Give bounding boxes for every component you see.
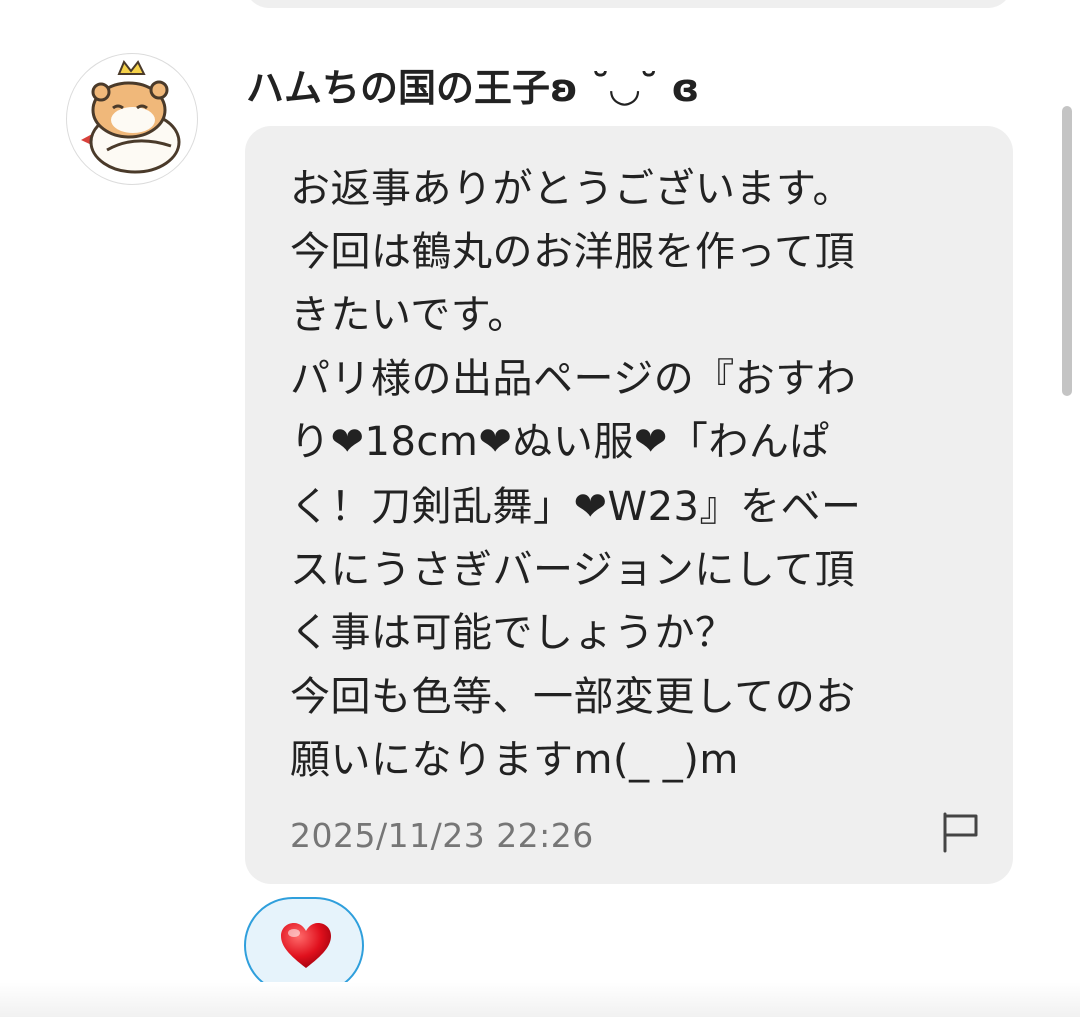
- hamster-avatar-icon: [81, 60, 181, 174]
- avatar[interactable]: [66, 53, 198, 185]
- message-thread: ハムちの国の王子ʚ ˘◡˘ ɞ お返事ありがとうございます。 今回は鶴丸のお洋服…: [0, 0, 1080, 1017]
- flag-icon: [943, 812, 978, 853]
- message-timestamp: 2025/11/23 22:26: [290, 816, 594, 855]
- sender-name[interactable]: ハムちの国の王子ʚ ˘◡˘ ɞ: [246, 58, 699, 118]
- message-line: 今回は鶴丸のお洋服を作って頂: [290, 229, 855, 275]
- previous-message-bubble: [245, 0, 1012, 8]
- message-line: スにうさぎバージョンにして頂: [290, 547, 855, 593]
- message-line: 願いになりますm(_ _)m: [290, 737, 739, 783]
- message-line: り❤18cm❤ぬい服❤「わんぱ: [290, 419, 830, 465]
- message-line: パリ様の出品ページの『おすわ: [290, 356, 857, 402]
- heart-reaction-button[interactable]: [244, 897, 364, 994]
- heart-icon: [281, 923, 331, 968]
- scrollbar[interactable]: [1062, 106, 1072, 396]
- message-bubble: お返事ありがとうございます。 今回は鶴丸のお洋服を作って頂 きたいです。 パリ様…: [245, 126, 1013, 884]
- message-line: 今回も色等、一部変更してのお: [290, 674, 856, 720]
- message-line: お返事ありがとうございます。: [290, 166, 853, 212]
- bottom-edge: [0, 982, 1080, 1017]
- report-button[interactable]: [939, 810, 983, 854]
- message-line: く事は可能でしょうか？: [290, 610, 736, 656]
- message-line: きたいです。: [290, 292, 528, 338]
- message-line: く！刀剣乱舞」❤W23』をベー: [290, 484, 862, 530]
